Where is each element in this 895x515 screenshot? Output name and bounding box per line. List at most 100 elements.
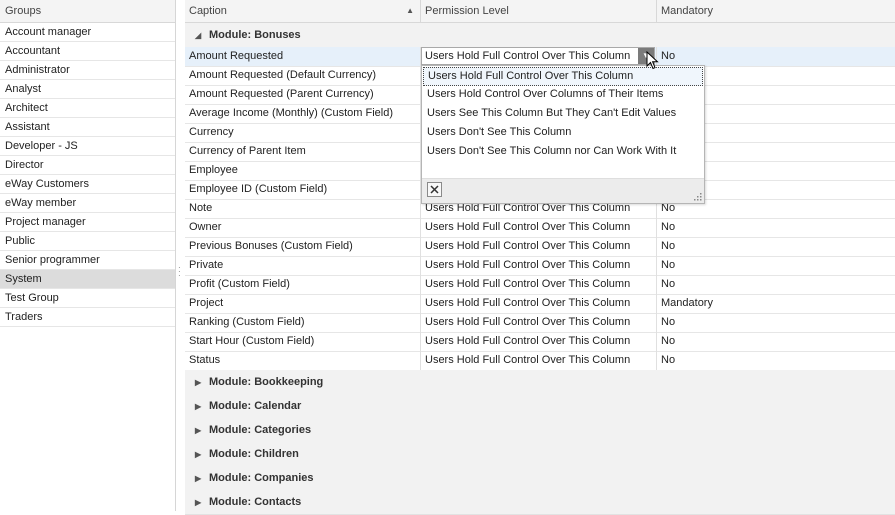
permission-cell[interactable]: Users Hold Full Control Over This Column: [420, 313, 656, 332]
column-header-mandatory[interactable]: Mandatory: [657, 0, 895, 22]
permission-cell[interactable]: Users Hold Full Control Over This Column: [420, 218, 656, 237]
mandatory-cell[interactable]: No: [656, 351, 895, 370]
grid-row[interactable]: Ranking (Custom Field) Users Hold Full Co…: [185, 313, 895, 333]
mandatory-cell[interactable]: No: [656, 218, 895, 237]
caption-cell: Employee: [189, 164, 238, 176]
permission-level-dropdown: Users Hold Full Control Over This Column…: [421, 65, 705, 204]
resize-grip-icon[interactable]: [693, 192, 702, 201]
group-row-collapsed[interactable]: ▶ Module: Bookkeeping: [185, 370, 895, 395]
group-row-collapsed[interactable]: ▶ Module: Companies: [185, 466, 895, 491]
triangle-right-icon[interactable]: ▶: [195, 395, 207, 419]
groups-list: Account manager Accountant Administrator An…: [0, 23, 175, 327]
triangle-right-icon[interactable]: ▶: [195, 371, 207, 395]
triangle-right-icon[interactable]: ▶: [195, 419, 207, 443]
dropdown-option[interactable]: Users Hold Full Control Over This Column: [423, 67, 703, 86]
dropdown-option[interactable]: Users Don't See This Column nor Can Work…: [423, 143, 703, 162]
column-header-mandatory-label: Mandatory: [661, 5, 713, 17]
grid-row[interactable]: Profit (Custom Field) Users Hold Full Con…: [185, 275, 895, 295]
permission-cell[interactable]: Users Hold Full Control Over This Column: [420, 294, 656, 313]
dropdown-option[interactable]: Users Hold Control Over Columns of Their…: [423, 86, 703, 105]
column-header-caption-label: Caption: [189, 5, 227, 17]
group-item[interactable]: Director: [0, 156, 175, 175]
splitter-grip-icon: · · ·: [178, 263, 181, 280]
column-header-permission-label: Permission Level: [425, 5, 509, 17]
group-row-label: Module: Calendar: [209, 400, 302, 412]
dropdown-footer: [422, 178, 704, 203]
groups-panel: Groups Account manager Accountant Administ…: [0, 0, 176, 511]
permission-level-editor[interactable]: Users Hold Full Control Over This Column…: [421, 47, 655, 65]
group-item[interactable]: Project manager: [0, 213, 175, 232]
group-item[interactable]: Account manager: [0, 23, 175, 42]
dropdown-option[interactable]: Users See This Column But They Can't Edi…: [423, 105, 703, 124]
group-row-label: Module: Bookkeeping: [209, 376, 324, 388]
caption-cell: Status: [189, 354, 221, 366]
group-row-label: Module: Contacts: [209, 496, 302, 508]
group-row-collapsed[interactable]: ▶ Module: Children: [185, 442, 895, 467]
grid-row[interactable]: Previous Bonuses (Custom Field) Users Hol…: [185, 237, 895, 257]
grid-row[interactable]: Start Hour (Custom Field) Users Hold Full…: [185, 332, 895, 352]
mandatory-cell[interactable]: Mandatory: [656, 294, 895, 313]
group-item[interactable]: Test Group: [0, 289, 175, 308]
permission-cell[interactable]: Users Hold Full Control Over This Column: [420, 351, 656, 370]
permissions-grid: Caption ▲ Permission Level Mandatory ◢ Mo…: [185, 0, 895, 515]
grid-row[interactable]: Project Users Hold Full Control Over This…: [185, 294, 895, 314]
panel-splitter[interactable]: · · ·: [176, 0, 184, 511]
grid-header: Caption ▲ Permission Level Mandatory: [185, 0, 895, 23]
permission-cell[interactable]: Users Hold Full Control Over This Column: [420, 332, 656, 351]
group-row-collapsed[interactable]: ▶ Module: Calendar: [185, 394, 895, 419]
caption-cell: Average Income (Monthly) (Custom Field): [189, 107, 393, 119]
dropdown-option[interactable]: Users Don't See This Column: [423, 124, 703, 143]
mandatory-cell[interactable]: No: [656, 47, 895, 66]
column-header-caption[interactable]: Caption ▲: [185, 0, 421, 22]
group-item[interactable]: eWay Customers: [0, 175, 175, 194]
group-item[interactable]: Accountant: [0, 42, 175, 61]
grid-row[interactable]: Private Users Hold Full Control Over This…: [185, 256, 895, 276]
caption-cell: Project: [189, 297, 224, 309]
grid-row[interactable]: Status Users Hold Full Control Over This …: [185, 351, 895, 371]
groups-header[interactable]: Groups: [0, 0, 175, 23]
mandatory-cell[interactable]: No: [656, 332, 895, 351]
mandatory-cell[interactable]: No: [656, 275, 895, 294]
group-row-collapsed[interactable]: ▶ Module: Categories: [185, 418, 895, 443]
group-row-label: Module: Companies: [209, 472, 314, 484]
group-item[interactable]: System: [0, 270, 175, 289]
group-item[interactable]: Traders: [0, 308, 175, 327]
caption-cell: Start Hour (Custom Field): [189, 335, 315, 347]
group-item[interactable]: Architect: [0, 99, 175, 118]
caption-cell: Ranking (Custom Field): [189, 316, 305, 328]
group-item[interactable]: Administrator: [0, 61, 175, 80]
mandatory-cell[interactable]: No: [656, 256, 895, 275]
caption-cell: Profit (Custom Field): [189, 278, 290, 290]
triangle-right-icon[interactable]: ▶: [195, 491, 207, 515]
triangle-down-icon[interactable]: ◢: [195, 24, 207, 48]
group-item[interactable]: Senior programmer: [0, 251, 175, 270]
caption-cell: Previous Bonuses (Custom Field): [189, 240, 353, 252]
group-row-label: Module: Categories: [209, 424, 312, 436]
group-item[interactable]: Analyst: [0, 80, 175, 99]
caption-cell: Note: [189, 202, 213, 214]
mandatory-cell[interactable]: No: [656, 313, 895, 332]
column-header-permission[interactable]: Permission Level: [421, 0, 657, 22]
close-icon[interactable]: [427, 182, 442, 197]
group-item[interactable]: eWay member: [0, 194, 175, 213]
permission-cell[interactable]: Users Hold Full Control Over This Column: [420, 256, 656, 275]
group-item[interactable]: Assistant: [0, 118, 175, 137]
caption-cell: Employee ID (Custom Field): [189, 183, 328, 195]
group-item[interactable]: Developer - JS: [0, 137, 175, 156]
triangle-right-icon[interactable]: ▶: [195, 443, 207, 467]
mouse-cursor-icon: [646, 51, 659, 70]
caption-cell: Currency of Parent Item: [189, 145, 306, 157]
mandatory-cell[interactable]: No: [656, 237, 895, 256]
group-row-label: Module: Children: [209, 448, 299, 460]
caption-cell: Amount Requested: [189, 50, 284, 62]
group-row-expanded[interactable]: ◢ Module: Bonuses: [185, 23, 895, 48]
group-item[interactable]: Public: [0, 232, 175, 251]
permission-cell[interactable]: Users Hold Full Control Over This Column: [420, 237, 656, 256]
permission-level-editor-value[interactable]: Users Hold Full Control Over This Column: [425, 48, 630, 64]
caption-cell: Amount Requested (Default Currency): [189, 69, 377, 81]
grid-row[interactable]: Owner Users Hold Full Control Over This C…: [185, 218, 895, 238]
permission-cell[interactable]: Users Hold Full Control Over This Column: [420, 275, 656, 294]
triangle-right-icon[interactable]: ▶: [195, 467, 207, 491]
group-row-collapsed[interactable]: ▶ Module: Contacts: [185, 490, 895, 515]
caption-cell: Owner: [189, 221, 222, 233]
